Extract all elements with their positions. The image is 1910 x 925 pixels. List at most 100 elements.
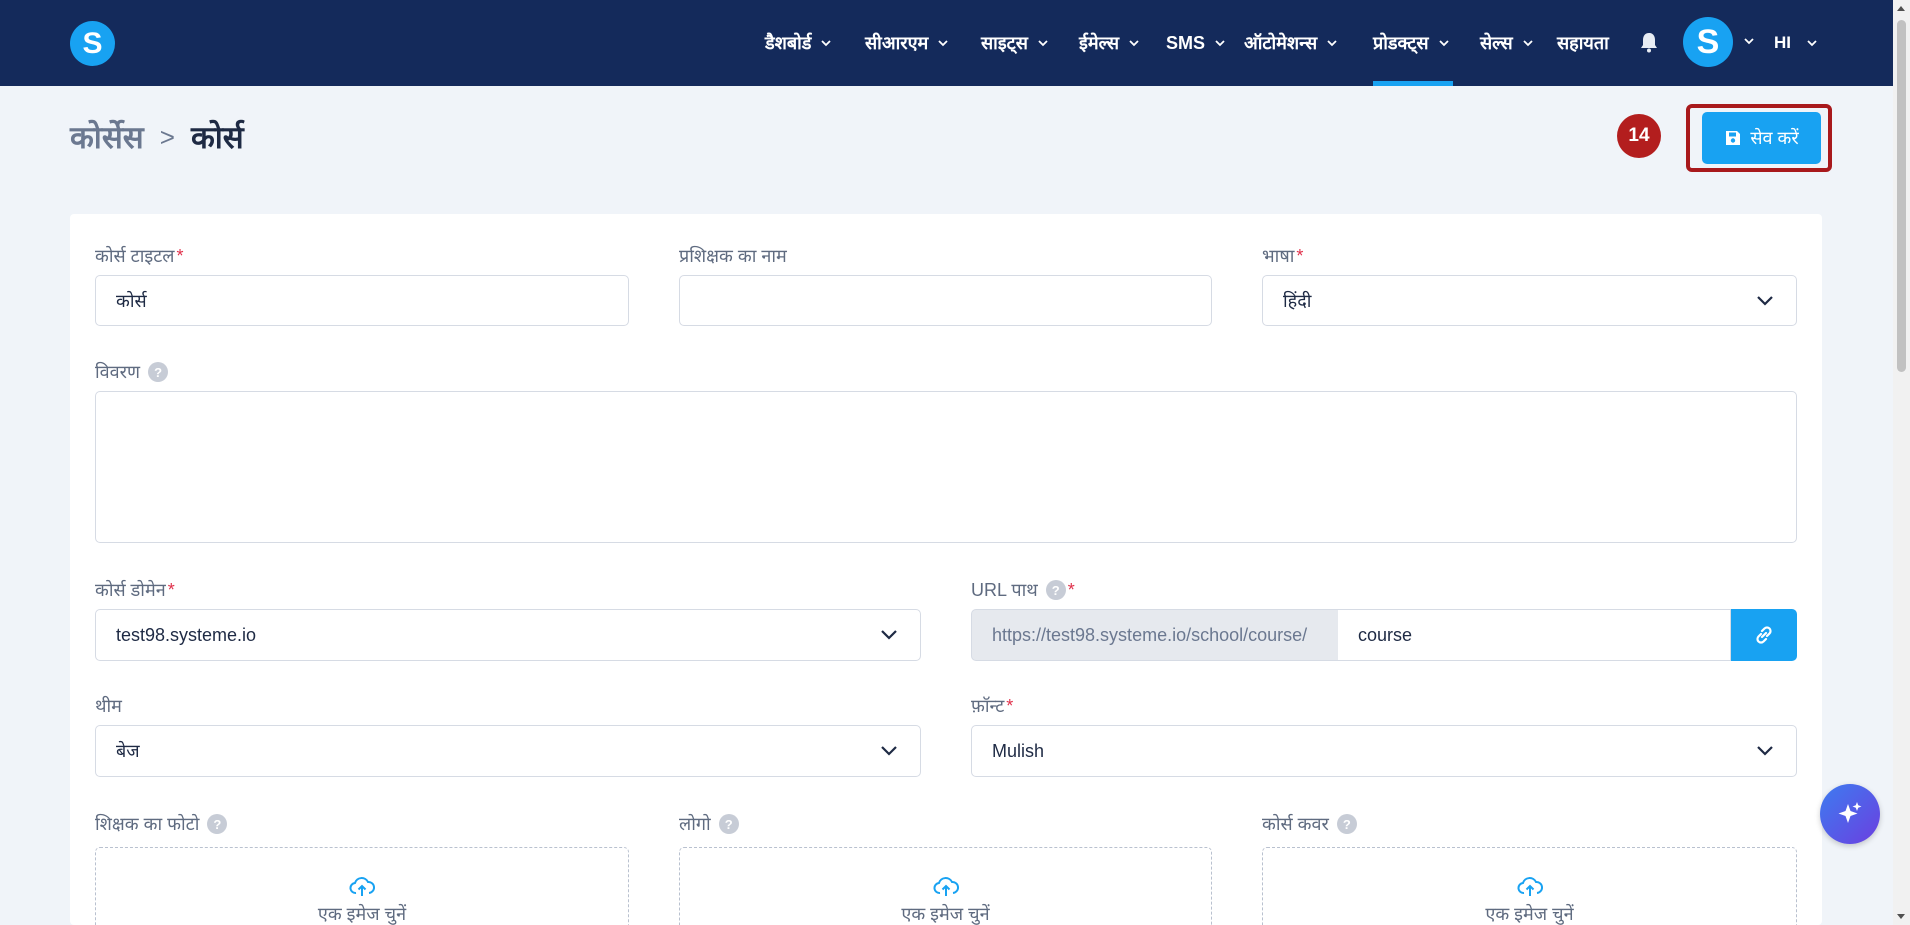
language-select[interactable]: हिंदी (1262, 275, 1797, 326)
theme-label-text: थीम (95, 696, 122, 716)
scroll-down-arrow[interactable] (1897, 914, 1905, 919)
course-domain-select[interactable]: test98.systeme.io (95, 609, 921, 661)
upload-text: एक इमेज चुनें (901, 904, 990, 924)
breadcrumb-courses-link[interactable]: कोर्सेस (70, 116, 144, 158)
language-label: HI (1774, 33, 1791, 52)
nav-item-products[interactable]: प्रोडक्ट्स (1373, 0, 1453, 86)
logo-upload[interactable]: एक इमेज चुनें (679, 847, 1212, 925)
chevron-down-icon (880, 627, 898, 643)
avatar-letter: S (1696, 22, 1720, 61)
required-mark: * (176, 245, 184, 266)
course-cover-upload[interactable]: एक इमेज चुनें (1262, 847, 1797, 925)
description-label-text: विवरण (95, 362, 141, 382)
logo-label-text: लोगो (679, 814, 711, 834)
url-path-prefix-text: https://test98.systeme.io/school/course/ (992, 624, 1308, 645)
upload-cloud-icon (1516, 876, 1543, 898)
nav-item-help[interactable]: सहायता (1557, 0, 1609, 86)
chevron-down-icon (1756, 743, 1774, 759)
save-button-label: सेव करें (1750, 128, 1799, 148)
font-label-text: फ़ॉन्ट (971, 696, 1005, 716)
top-navbar: S डैशबोर्ड सीआरएम साइट्स ईमेल्स SMS ऑटोम… (0, 0, 1893, 86)
instructor-name-label: प्रशिक्षक का नाम (679, 244, 787, 268)
chevron-down-icon (1127, 36, 1141, 50)
chevron-down-icon (1325, 36, 1339, 50)
nav-item-label: ईमेल्स (1079, 33, 1120, 53)
nav-item-automations[interactable]: ऑटोमेशन्स (1244, 0, 1339, 86)
nav-item-label: सहायता (1557, 33, 1609, 53)
app-logo[interactable]: S (70, 21, 115, 66)
nav-item-label: साइट्स (981, 33, 1028, 53)
upload-text: एक इमेज चुनें (317, 904, 407, 924)
help-icon[interactable]: ? (148, 362, 169, 382)
chevron-down-icon (1036, 36, 1050, 50)
chevron-down-icon[interactable] (1742, 34, 1756, 48)
nav-item-emails[interactable]: ईमेल्स (1079, 0, 1141, 86)
chevron-down-icon (936, 36, 950, 50)
breadcrumb-separator: > (159, 121, 175, 152)
page-title: कोर्स (190, 120, 244, 155)
chevron-down-icon (1213, 36, 1227, 50)
nav-item-dashboard[interactable]: डैशबोर्ड (765, 0, 833, 86)
bell-icon[interactable] (1637, 30, 1661, 54)
nav-item-label: ऑटोमेशन्स (1244, 33, 1318, 53)
url-path-value: course (1358, 624, 1413, 645)
instructor-photo-label-text: शिक्षक का फोटो (95, 814, 200, 834)
chevron-down-icon (1805, 36, 1819, 50)
course-form-card: कोर्स टाइटल * कोर्स प्रशिक्षक का नाम भाषा… (70, 214, 1822, 925)
url-path-label-text: URL पाथ (971, 580, 1038, 600)
open-link-button[interactable] (1731, 609, 1797, 661)
help-icon[interactable]: ? (718, 814, 739, 834)
nav-item-label: सीआरएम (865, 33, 929, 53)
nav-item-sales[interactable]: सेल्स (1480, 0, 1535, 86)
theme-select[interactable]: बेज (95, 725, 921, 777)
help-icon[interactable]: ? (1045, 580, 1066, 600)
nav-item-label: डैशबोर्ड (765, 33, 812, 53)
language-label-text: भाषा (1262, 246, 1295, 266)
scroll-thumb[interactable] (1897, 20, 1906, 372)
nav-item-label: सेल्स (1480, 33, 1513, 53)
instructor-name-label-text: प्रशिक्षक का नाम (679, 246, 787, 266)
course-cover-label: कोर्स कवर? (1262, 812, 1357, 836)
ai-assistant-button[interactable] (1820, 784, 1880, 844)
nav-item-sites[interactable]: साइट्स (981, 0, 1050, 86)
breadcrumb: कोर्सेस > कोर्स (70, 116, 244, 158)
language-label: भाषा * (1262, 244, 1303, 268)
course-title-label: कोर्स टाइटल * (95, 244, 184, 268)
chevron-down-icon (1756, 293, 1774, 309)
instructor-photo-label: शिक्षक का फोटो? (95, 812, 228, 836)
course-domain-value: test98.systeme.io (116, 624, 257, 645)
nav-item-sms[interactable]: SMS (1166, 0, 1227, 86)
link-icon (1752, 623, 1776, 647)
avatar[interactable]: S (1683, 17, 1733, 67)
save-button[interactable]: सेव करें (1702, 112, 1821, 164)
chevron-down-icon (1521, 36, 1535, 50)
description-textarea[interactable] (95, 391, 1797, 543)
url-path-input[interactable]: course (1338, 609, 1731, 661)
language-switcher[interactable]: HI (1774, 0, 1819, 86)
course-title-value: कोर्स (116, 290, 147, 311)
chevron-down-icon (1437, 36, 1451, 50)
course-domain-label-text: कोर्स डोमेन (95, 580, 166, 600)
instructor-photo-upload[interactable]: एक इमेज चुनें (95, 847, 629, 925)
font-select[interactable]: Mulish (971, 725, 1797, 777)
required-mark: * (1067, 579, 1075, 600)
logo-label: लोगो? (679, 812, 739, 836)
upload-cloud-icon (349, 876, 375, 898)
instructor-name-input[interactable] (679, 275, 1212, 326)
scroll-up-arrow[interactable] (1897, 6, 1905, 11)
description-label: विवरण? (95, 360, 169, 384)
course-domain-label: कोर्स डोमेन * (95, 578, 175, 602)
page-scrollbar[interactable] (1893, 0, 1910, 925)
help-icon[interactable]: ? (1336, 814, 1357, 834)
step-number-badge: 14 (1617, 114, 1661, 158)
course-title-label-text: कोर्स टाइटल (95, 246, 175, 266)
font-value: Mulish (992, 740, 1045, 761)
language-value: हिंदी (1283, 290, 1312, 311)
theme-label: थीम (95, 694, 122, 718)
help-icon[interactable]: ? (207, 814, 228, 834)
nav-item-crm[interactable]: सीआरएम (865, 0, 950, 86)
nav-item-label: SMS (1166, 32, 1206, 53)
upload-cloud-icon (932, 876, 959, 898)
required-mark: * (1006, 695, 1014, 716)
course-title-input[interactable]: कोर्स (95, 275, 629, 326)
